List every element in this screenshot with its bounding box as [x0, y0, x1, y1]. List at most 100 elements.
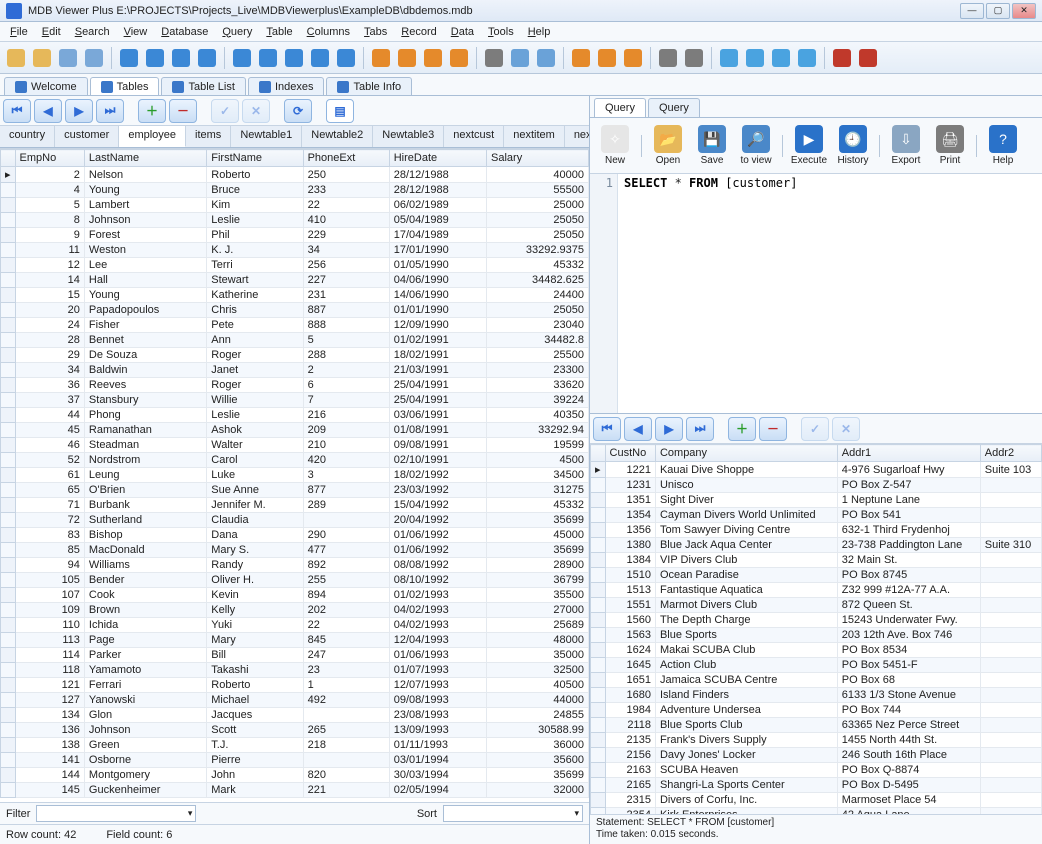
col-Company[interactable]: Company — [655, 445, 837, 462]
nav-last-button[interactable]: ⏭ — [96, 99, 124, 123]
table-tab-country[interactable]: country — [0, 126, 55, 147]
minimize-button[interactable]: — — [960, 3, 984, 19]
rnav-next-button[interactable]: ▶ — [655, 417, 683, 441]
table-tab-nextitem[interactable]: nextitem — [504, 126, 565, 147]
toolbar-col-button[interactable] — [369, 46, 393, 70]
toolbar-db4-button[interactable] — [795, 46, 819, 70]
tab-tables[interactable]: Tables — [90, 77, 160, 95]
query-to-view-button[interactable]: 🔎to view — [735, 121, 777, 171]
menu-search[interactable]: Search — [69, 25, 116, 39]
toolbar-open-button[interactable] — [4, 46, 28, 70]
col-Addr2[interactable]: Addr2 — [980, 445, 1041, 462]
toolbar-cfg-button[interactable] — [482, 46, 506, 70]
table-row[interactable]: 5LambertKim2206/02/198925000 — [1, 198, 589, 213]
query-open-button[interactable]: 📂Open — [647, 121, 689, 171]
table-row[interactable]: 1513Fantastique AquaticaZ32 999 #12A-77 … — [591, 583, 1042, 598]
layout-button[interactable]: ▤ — [326, 99, 354, 123]
toolbar-grid1-button[interactable] — [230, 46, 254, 70]
table-row[interactable]: 28BennetAnn501/02/199134482.8 — [1, 333, 589, 348]
toolbar-grid5-button[interactable] — [334, 46, 358, 70]
table-tab-Newtable3[interactable]: Newtable3 — [373, 126, 444, 147]
rnav-first-button[interactable]: ⏮ — [593, 417, 621, 441]
table-row[interactable]: 4YoungBruce23328/12/198855500 — [1, 183, 589, 198]
result-grid-wrap[interactable]: CustNoCompanyAddr1Addr2▸1221Kauai Dive S… — [590, 444, 1042, 814]
col-Addr1[interactable]: Addr1 — [837, 445, 980, 462]
employee-grid-wrap[interactable]: EmpNoLastNameFirstNamePhoneExtHireDateSa… — [0, 148, 589, 802]
col-EmpNo[interactable]: EmpNo — [15, 150, 84, 167]
nav-next-button[interactable]: ▶ — [65, 99, 93, 123]
col-Salary[interactable]: Salary — [487, 150, 589, 167]
table-row[interactable]: 113PageMary84512/04/199348000 — [1, 633, 589, 648]
table-row[interactable]: 72SutherlandClaudia20/04/199235699 — [1, 513, 589, 528]
nav-add-button[interactable]: ＋ — [138, 99, 166, 123]
table-tab-customer[interactable]: customer — [55, 126, 119, 147]
table-row[interactable]: 1984Adventure UnderseaPO Box 744 — [591, 703, 1042, 718]
toolbar-col-add-button[interactable] — [421, 46, 445, 70]
table-row[interactable]: 136JohnsonScott26513/09/199330588.99 — [1, 723, 589, 738]
toolbar-tbl-add-button[interactable] — [143, 46, 167, 70]
table-tab-items[interactable]: items — [186, 126, 231, 147]
table-row[interactable]: 24FisherPete88812/09/199023040 — [1, 318, 589, 333]
table-row[interactable]: 83BishopDana29001/06/199245000 — [1, 528, 589, 543]
table-row[interactable]: 34BaldwinJanet221/03/199123300 — [1, 363, 589, 378]
table-row[interactable]: 1356Tom Sawyer Diving Centre632-1 Third … — [591, 523, 1042, 538]
table-row[interactable]: 65O'BrienSue Anne87723/03/199231275 — [1, 483, 589, 498]
table-row[interactable]: 1380Blue Jack Aqua Center23-738 Paddingt… — [591, 538, 1042, 553]
toolbar-pdf-button[interactable] — [830, 46, 854, 70]
query-help-button[interactable]: ?Help — [982, 121, 1024, 171]
table-row[interactable]: 85MacDonaldMary S.47701/06/199235699 — [1, 543, 589, 558]
col-PhoneExt[interactable]: PhoneExt — [303, 150, 389, 167]
table-row[interactable]: 94WilliamsRandy89208/08/199228900 — [1, 558, 589, 573]
table-row[interactable]: 9ForestPhil22917/04/198925050 — [1, 228, 589, 243]
toolbar-grid2-button[interactable] — [256, 46, 280, 70]
toolbar-find-button[interactable] — [56, 46, 80, 70]
query-execute-button[interactable]: ▶Execute — [788, 121, 830, 171]
table-row[interactable]: 2118Blue Sports Club63365 Nez Perce Stre… — [591, 718, 1042, 733]
table-row[interactable]: 2156Davy Jones' Locker246 South 16th Pla… — [591, 748, 1042, 763]
table-row[interactable]: 1231UniscoPO Box Z-547 — [591, 478, 1042, 493]
maximize-button[interactable]: ▢ — [986, 3, 1010, 19]
toolbar-export-button[interactable] — [569, 46, 593, 70]
table-row[interactable]: 2315Divers of Corfu, Inc.Marmoset Place … — [591, 793, 1042, 808]
table-tab-nextcust[interactable]: nextcust — [444, 126, 504, 147]
table-row[interactable]: 8JohnsonLeslie41005/04/198925050 — [1, 213, 589, 228]
toolbar-db1-button[interactable] — [717, 46, 741, 70]
toolbar-find-again-button[interactable] — [82, 46, 106, 70]
table-row[interactable]: 1624Makai SCUBA ClubPO Box 8534 — [591, 643, 1042, 658]
table-row[interactable]: 45RamanathanAshok20901/08/199133292.94 — [1, 423, 589, 438]
table-row[interactable]: 127YanowskiMichael49209/08/199344000 — [1, 693, 589, 708]
menu-table[interactable]: Table — [260, 25, 298, 39]
nav-prev-button[interactable]: ◀ — [34, 99, 62, 123]
table-row[interactable]: 110IchidaYuki2204/02/199325689 — [1, 618, 589, 633]
table-row[interactable]: ▸2NelsonRoberto25028/12/198840000 — [1, 167, 589, 183]
toolbar-col-b-button[interactable] — [395, 46, 419, 70]
query-print-button[interactable]: 🖨Print — [929, 121, 971, 171]
table-row[interactable]: 29De SouzaRoger28818/02/199125500 — [1, 348, 589, 363]
table-row[interactable]: 105BenderOliver H.25508/10/199236799 — [1, 573, 589, 588]
table-row[interactable]: 20PapadopoulosChris88701/01/199025050 — [1, 303, 589, 318]
toolbar-off-button[interactable] — [856, 46, 880, 70]
menu-record[interactable]: Record — [395, 25, 442, 39]
tab-indexes[interactable]: Indexes — [248, 77, 325, 95]
table-row[interactable]: 144MontgomeryJohn82030/03/199435699 — [1, 768, 589, 783]
table-row[interactable]: 1680Island Finders6133 1/3 Stone Avenue — [591, 688, 1042, 703]
toolbar-sql-plus-button[interactable] — [534, 46, 558, 70]
col-HireDate[interactable]: HireDate — [389, 150, 486, 167]
toolbar-import-button[interactable] — [595, 46, 619, 70]
employee-grid[interactable]: EmpNoLastNameFirstNamePhoneExtHireDateSa… — [0, 149, 589, 798]
col-CustNo[interactable]: CustNo — [605, 445, 655, 462]
table-row[interactable]: 1384VIP Divers Club32 Main St. — [591, 553, 1042, 568]
query-tab-1[interactable]: Query — [648, 98, 700, 117]
menu-data[interactable]: Data — [445, 25, 480, 39]
toolbar-db2-button[interactable] — [743, 46, 767, 70]
table-tab-employee[interactable]: employee — [119, 126, 186, 147]
table-row[interactable]: 36ReevesRoger625/04/199133620 — [1, 378, 589, 393]
rnav-cancel-button[interactable]: ✕ — [832, 417, 860, 441]
close-button[interactable]: ✕ — [1012, 3, 1036, 19]
toolbar-tbl1-button[interactable] — [117, 46, 141, 70]
table-row[interactable]: 118YamamotoTakashi2301/07/199332500 — [1, 663, 589, 678]
rnav-last-button[interactable]: ⏭ — [686, 417, 714, 441]
table-row[interactable]: 2135Frank's Divers Supply1455 North 44th… — [591, 733, 1042, 748]
toolbar-print2-button[interactable] — [682, 46, 706, 70]
tab-welcome[interactable]: Welcome — [4, 77, 88, 95]
